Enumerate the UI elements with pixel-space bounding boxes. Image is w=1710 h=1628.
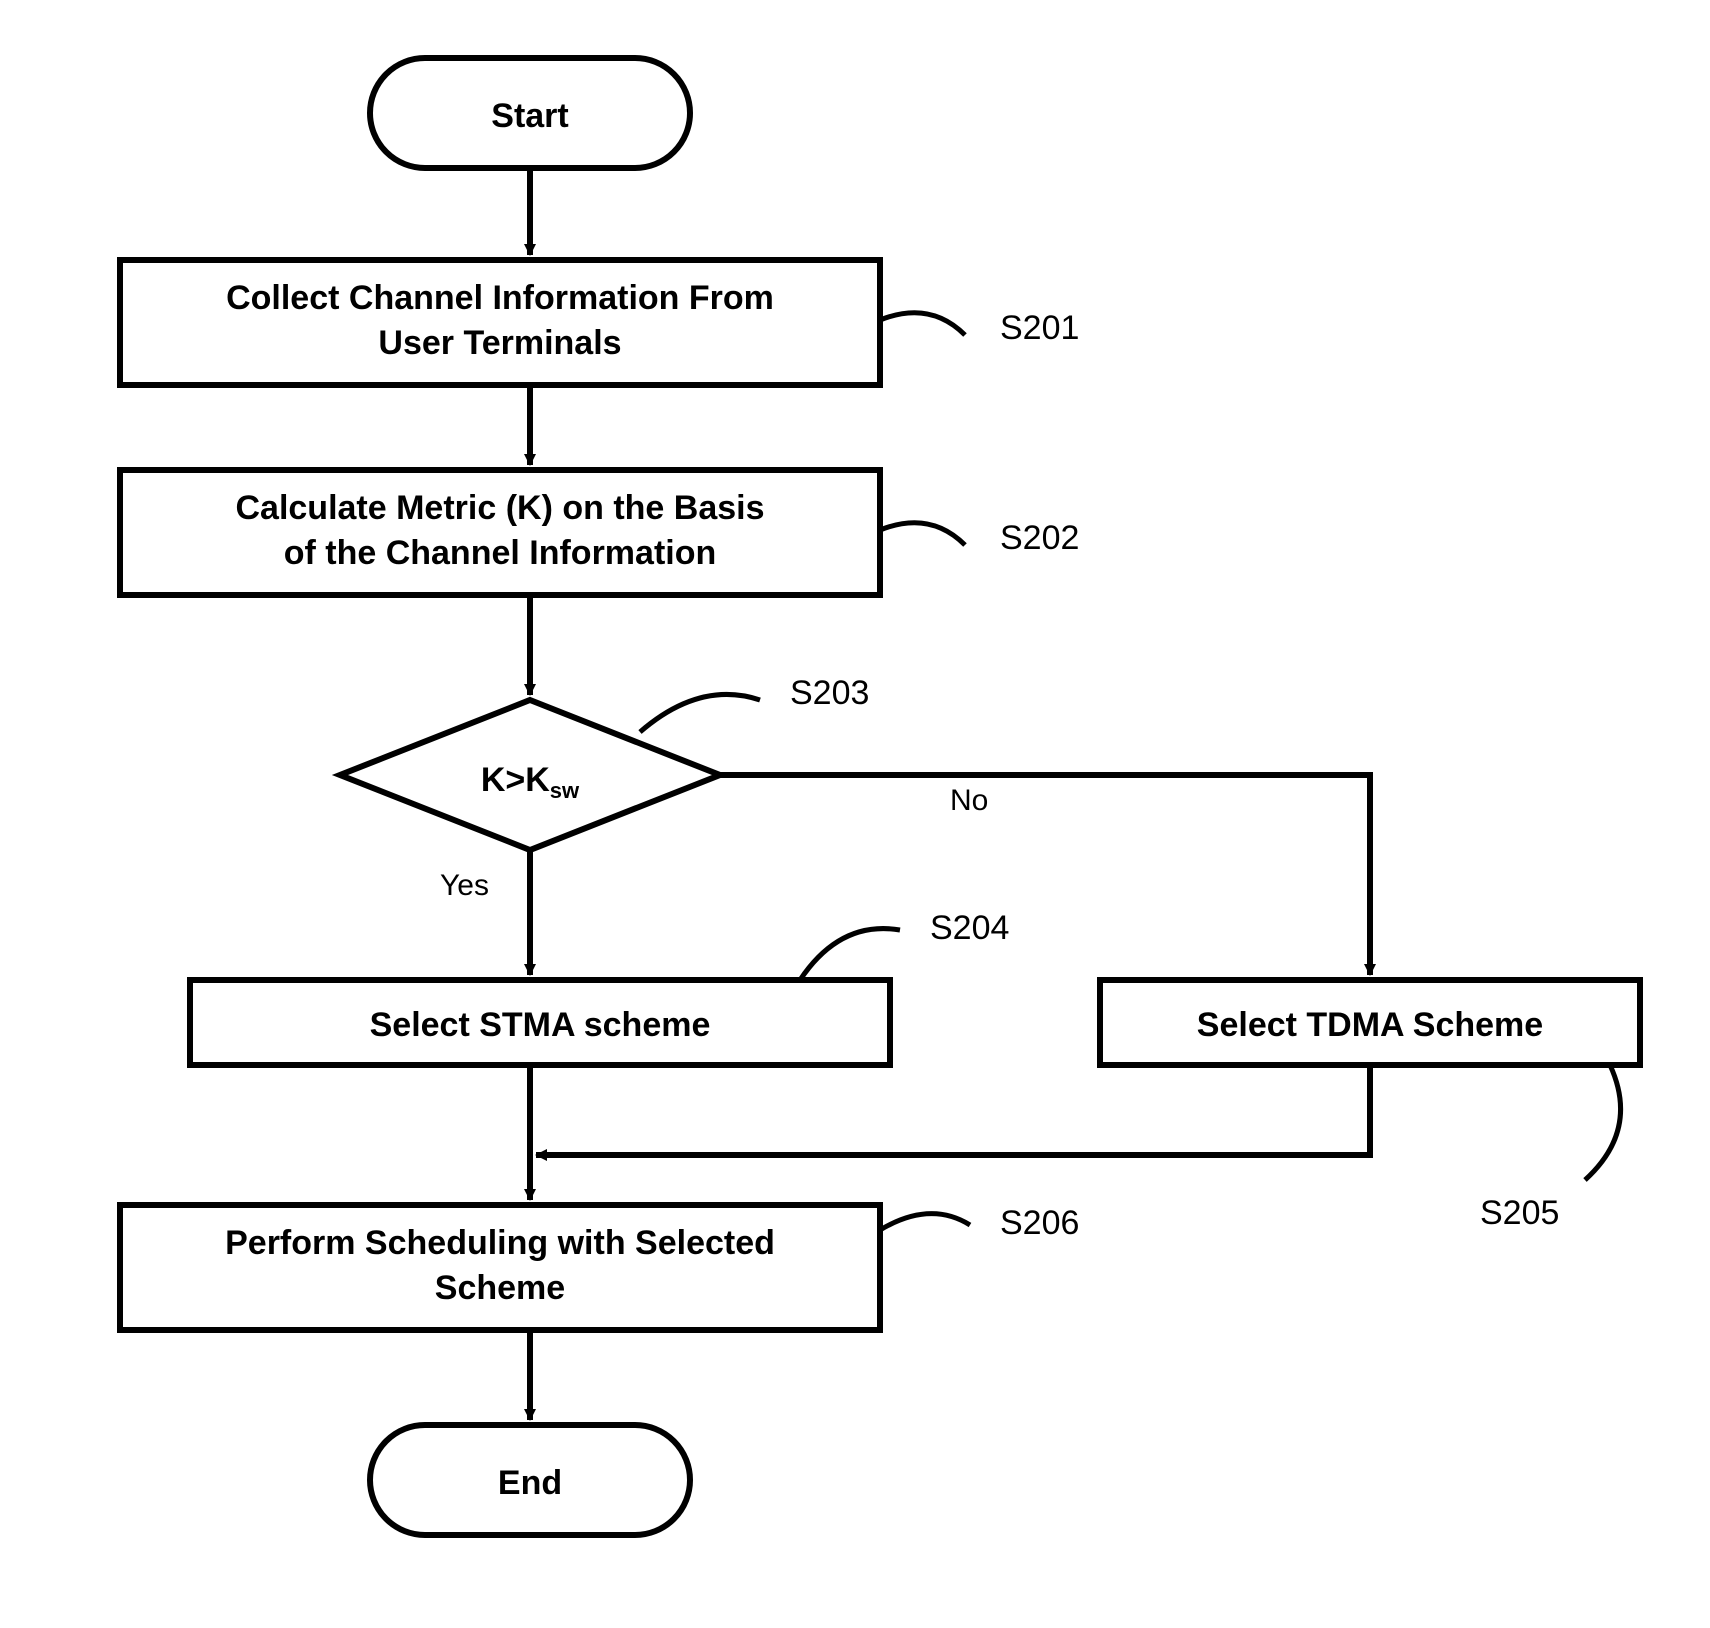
connector-s203 xyxy=(640,694,760,732)
connector-s201 xyxy=(880,313,965,335)
svg-text:Select TDMA Scheme: Select TDMA Scheme xyxy=(1197,1006,1543,1044)
step-s204: Select STMA scheme xyxy=(190,980,890,1065)
arrow-s205-join xyxy=(536,1065,1370,1155)
connector-s202 xyxy=(880,523,965,545)
arrow-s203-no xyxy=(720,775,1370,975)
start-node: Start xyxy=(370,58,690,168)
svg-text:User Terminals: User Terminals xyxy=(378,324,621,362)
svg-text:of the Channel Information: of the Channel Information xyxy=(284,534,717,572)
step-s201: Collect Channel Information From User Te… xyxy=(120,260,880,385)
svg-text:Calculate Metric (K) on the Ba: Calculate Metric (K) on the Basis xyxy=(235,489,764,527)
decision-yes: Yes xyxy=(440,869,489,902)
connector-s204 xyxy=(800,929,900,980)
label-s203: S203 xyxy=(790,674,869,712)
connector-s205 xyxy=(1585,1065,1621,1180)
decision-no: No xyxy=(950,784,988,817)
svg-text:Select STMA scheme: Select STMA scheme xyxy=(370,1006,711,1044)
flowchart-diagram: Start Collect Channel Information From U… xyxy=(0,0,1710,1628)
svg-text:Perform Scheduling with Select: Perform Scheduling with Selected xyxy=(225,1224,775,1262)
end-node: End xyxy=(370,1425,690,1535)
step-s202: Calculate Metric (K) on the Basis of the… xyxy=(120,470,880,595)
label-s202: S202 xyxy=(1000,519,1079,557)
step-s206: Perform Scheduling with Selected Scheme xyxy=(120,1205,880,1330)
start-label: Start xyxy=(491,97,568,135)
label-s204: S204 xyxy=(930,909,1009,947)
svg-text:Collect Channel Information Fr: Collect Channel Information From xyxy=(226,279,774,317)
decision-s203: K>Ksw xyxy=(340,700,720,850)
connector-s206 xyxy=(880,1214,970,1230)
label-s205: S205 xyxy=(1480,1194,1559,1232)
label-s206: S206 xyxy=(1000,1204,1079,1242)
end-label: End xyxy=(498,1464,562,1502)
label-s201: S201 xyxy=(1000,309,1079,347)
step-s205: Select TDMA Scheme xyxy=(1100,980,1640,1065)
svg-text:Scheme: Scheme xyxy=(435,1269,565,1307)
